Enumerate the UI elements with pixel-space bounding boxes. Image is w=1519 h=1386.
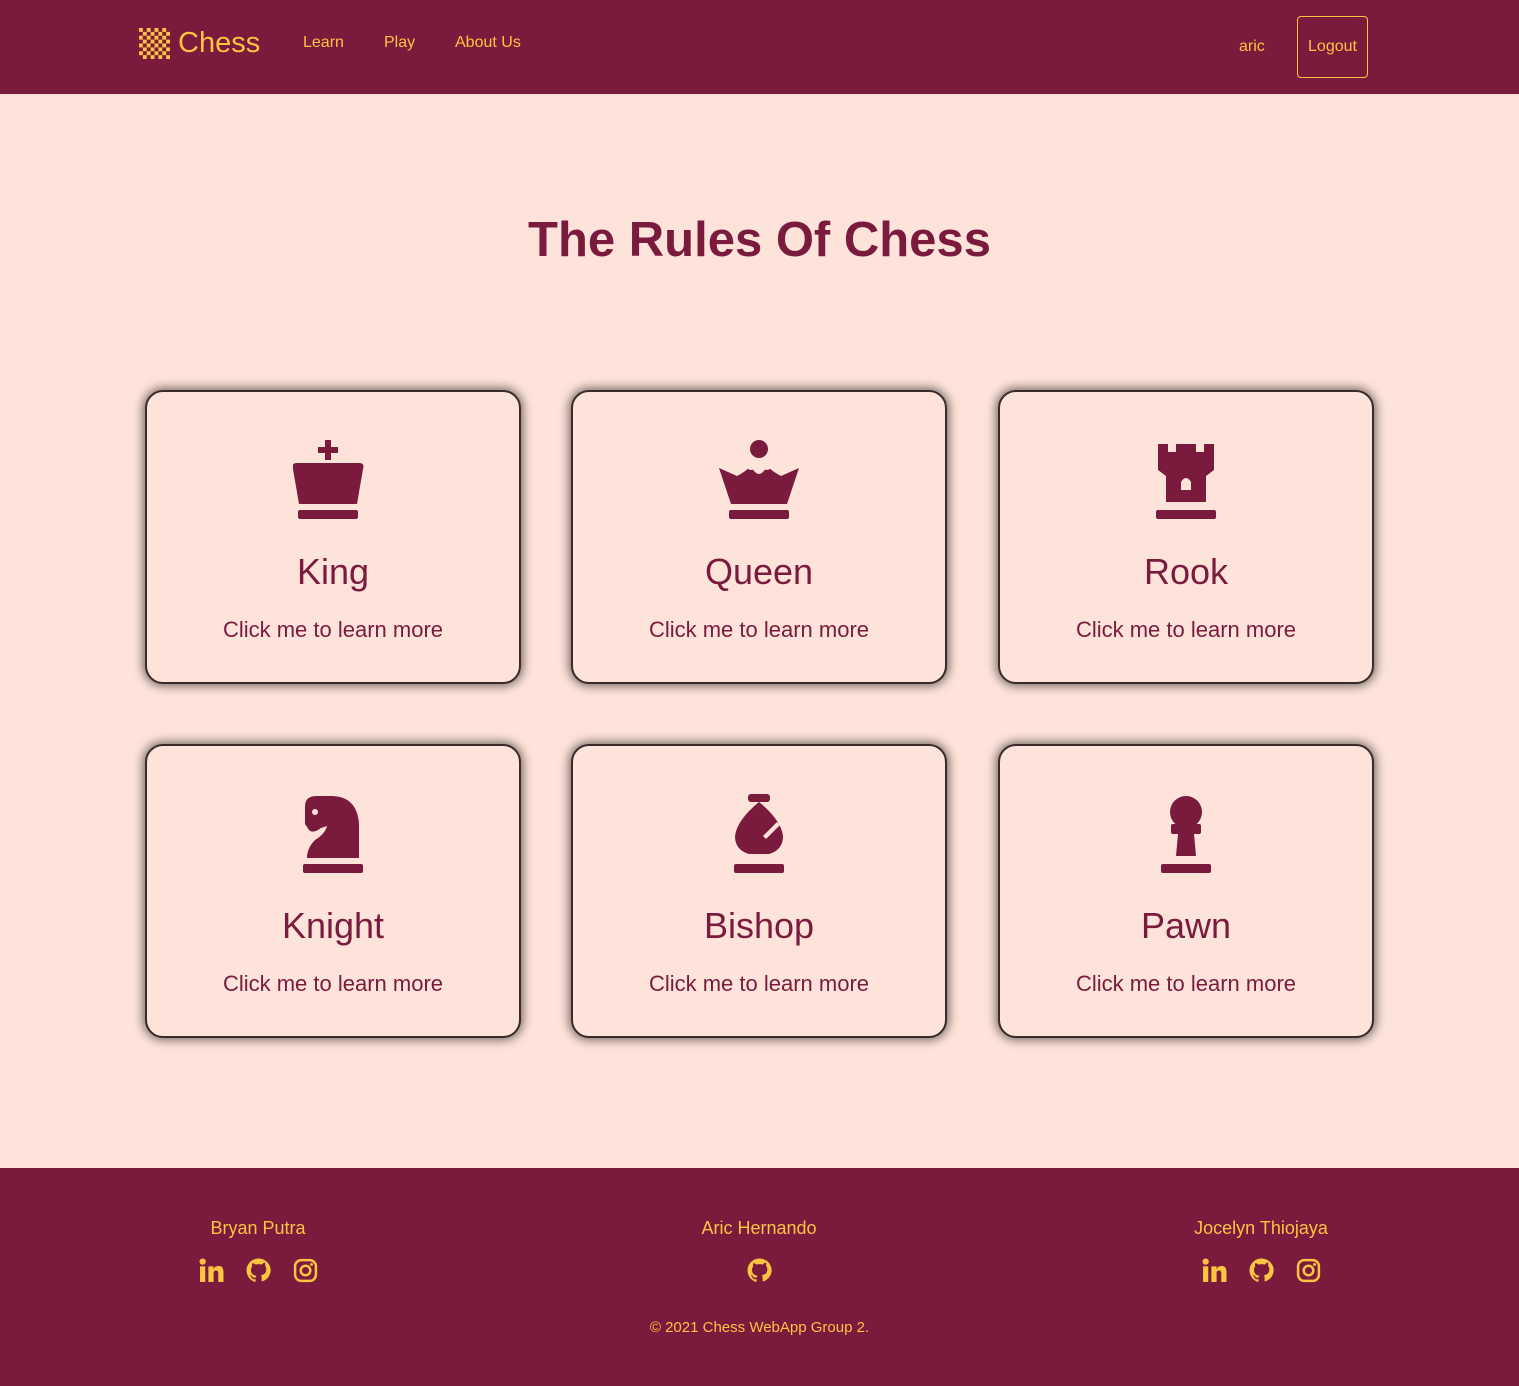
card-subtitle: Click me to learn more — [648, 971, 870, 996]
github-icon[interactable] — [1249, 1258, 1274, 1283]
chess-king-icon — [147, 440, 519, 524]
card-title: Pawn — [1140, 905, 1232, 946]
card-subtitle: Click me to learn more — [222, 617, 444, 642]
navbar: Chess Learn Play About Us aric Logout — [0, 0, 1519, 94]
team-member: Bryan Putra — [108, 1216, 408, 1283]
card-title: Rook — [1143, 551, 1229, 592]
brand-link[interactable]: Chess — [139, 26, 260, 60]
linkedin-icon[interactable] — [1202, 1258, 1227, 1283]
social-links — [108, 1258, 408, 1283]
nav-link-about-us[interactable]: About Us — [455, 33, 521, 53]
username-label: aric — [1239, 38, 1265, 55]
page-title: The Rules Of Chess — [528, 213, 991, 267]
chess-rook-icon — [1000, 440, 1372, 524]
footer: Bryan Putra Aric Hernando Jocelyn Thioja… — [0, 1168, 1519, 1386]
card-subtitle: Click me to learn more — [1075, 971, 1297, 996]
linkedin-icon[interactable] — [199, 1258, 224, 1283]
chess-knight-icon — [147, 794, 519, 878]
brand-name: Chess — [178, 27, 261, 59]
social-links — [609, 1258, 909, 1283]
team-member: Jocelyn Thiojaya — [1111, 1216, 1411, 1283]
nav-link-play[interactable]: Play — [384, 33, 415, 53]
chessboard-icon — [139, 27, 170, 59]
social-links — [1111, 1258, 1411, 1283]
card-bishop[interactable]: Bishop Click me to learn more — [571, 744, 947, 1038]
card-title: Bishop — [703, 905, 815, 946]
logout-button[interactable]: Logout — [1297, 16, 1368, 78]
member-name: Bryan Putra — [210, 1218, 306, 1238]
chess-queen-icon — [573, 440, 945, 524]
team-member: Aric Hernando — [609, 1216, 909, 1283]
card-king[interactable]: King Click me to learn more — [145, 390, 521, 684]
github-icon[interactable] — [747, 1258, 772, 1283]
copyright-text: © 2021 Chess WebApp Group 2. — [649, 1319, 870, 1336]
card-title: Knight — [281, 905, 385, 946]
card-subtitle: Click me to learn more — [1075, 617, 1297, 642]
member-name: Jocelyn Thiojaya — [1194, 1218, 1328, 1238]
card-knight[interactable]: Knight Click me to learn more — [145, 744, 521, 1038]
card-queen[interactable]: Queen Click me to learn more — [571, 390, 947, 684]
chess-bishop-icon — [573, 794, 945, 878]
member-name: Aric Hernando — [701, 1218, 817, 1238]
instagram-icon[interactable] — [1296, 1258, 1321, 1283]
card-title: Queen — [704, 551, 814, 592]
card-subtitle: Click me to learn more — [222, 971, 444, 996]
instagram-icon[interactable] — [293, 1258, 318, 1283]
card-pawn[interactable]: Pawn Click me to learn more — [998, 744, 1374, 1038]
chess-pawn-icon — [1000, 794, 1372, 878]
github-icon[interactable] — [246, 1258, 271, 1283]
card-title: King — [296, 551, 370, 592]
card-subtitle: Click me to learn more — [648, 617, 870, 642]
card-rook[interactable]: Rook Click me to learn more — [998, 390, 1374, 684]
nav-link-learn[interactable]: Learn — [303, 33, 344, 53]
